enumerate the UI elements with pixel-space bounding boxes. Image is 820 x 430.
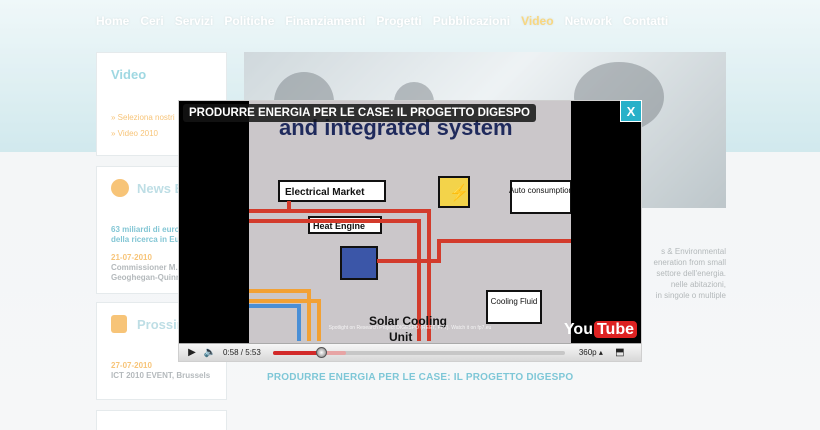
quality-selector[interactable]: 360p ▴	[579, 348, 603, 357]
video-watermark: Spotlight on Research Project DIGESPO (R…	[328, 325, 492, 331]
progress-played	[272, 350, 321, 355]
diagram-electrical-market: Electrical Market	[285, 187, 365, 198]
video-modal: and integrated system Electrical Market …	[178, 100, 642, 362]
video-slide: and integrated system Electrical Market …	[249, 101, 571, 345]
play-icon[interactable]: ▶	[183, 347, 201, 358]
close-button[interactable]: X	[620, 100, 642, 122]
video-title: PRODURRE ENERGIA PER LE CASE: IL PROGETT…	[183, 104, 537, 122]
progress-handle[interactable]	[315, 346, 327, 358]
player-controls: ▶ 🔈 0:58 / 5:53 360p ▴ ⬒	[179, 343, 641, 361]
video-frame[interactable]: and integrated system Electrical Market …	[249, 101, 571, 345]
fullscreen-icon[interactable]: ⬒	[611, 347, 629, 358]
youtube-logo-you: You	[563, 321, 593, 338]
progress-bar[interactable]	[272, 346, 565, 358]
diagram-auto-consumption: Auto consumption	[509, 186, 571, 195]
engine-icon	[340, 246, 378, 280]
svg-text:⚡: ⚡	[449, 183, 469, 202]
diagram-cooling-fluid: Cooling Fluid	[491, 297, 538, 306]
youtube-logo-tube: Tube	[593, 321, 637, 338]
volume-icon[interactable]: 🔈	[201, 347, 219, 358]
diagram-unit: Unit	[389, 330, 412, 344]
youtube-logo[interactable]: You Tube	[564, 321, 637, 339]
time-display: 0:58 / 5:53	[223, 348, 261, 357]
